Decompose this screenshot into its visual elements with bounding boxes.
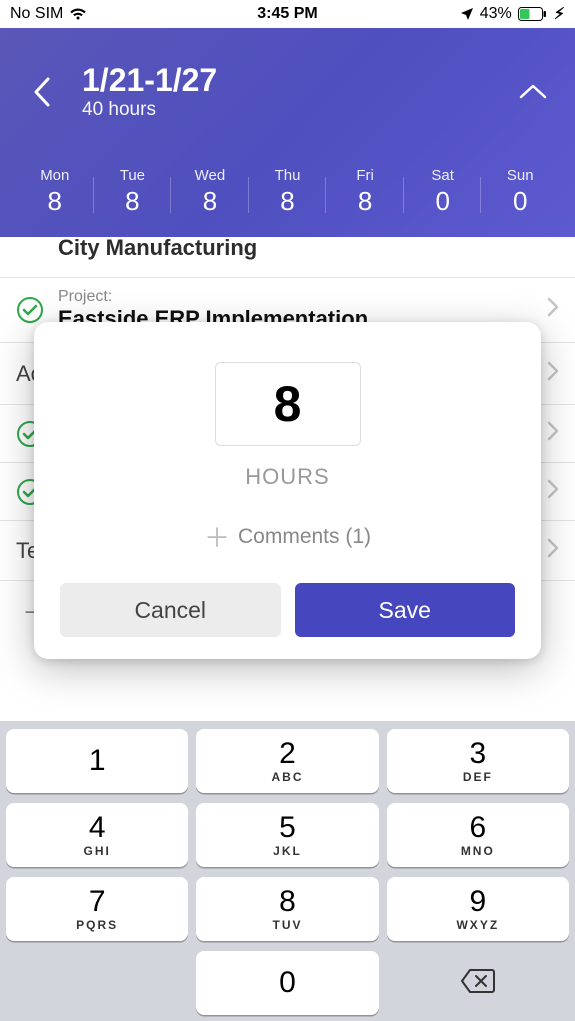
day-tue[interactable]: Tue8 [94, 167, 172, 217]
statusbar: No SIM 3:45 PM 43% ⚡︎ [0, 0, 575, 28]
key-2[interactable]: 2ABC [196, 729, 378, 793]
chevron-right-icon [547, 361, 559, 387]
comments-button[interactable]: ＋ Comments (1) [60, 518, 515, 555]
day-fri[interactable]: Fri8 [326, 167, 404, 217]
key-3[interactable]: 3DEF [387, 729, 569, 793]
key-7[interactable]: 7PQRS [6, 877, 188, 941]
day-thu[interactable]: Thu8 [249, 167, 327, 217]
chevron-right-icon [547, 538, 559, 564]
header: 1/21-1/27 40 hours Mon8 Tue8 Wed8 Thu8 F… [0, 28, 575, 237]
numeric-keypad: 1 2ABC 3DEF 4GHI 5JKL 6MNO 7PQRS 8TUV 9W… [0, 721, 575, 1021]
chevron-right-icon [547, 297, 559, 323]
key-5[interactable]: 5JKL [196, 803, 378, 867]
hours-input[interactable]: 8 [215, 362, 361, 446]
chevron-right-icon [547, 421, 559, 447]
project-label: Project: [58, 288, 368, 306]
list-row-prev[interactable]: City Manufacturing [0, 237, 575, 278]
hours-label: HOURS [60, 464, 515, 490]
key-1[interactable]: 1 [6, 729, 188, 793]
key-backspace[interactable] [387, 951, 569, 1015]
day-strip: Mon8 Tue8 Wed8 Thu8 Fri8 Sat0 Sun0 [16, 137, 559, 217]
comments-label: Comments (1) [238, 525, 371, 549]
backspace-icon [460, 968, 496, 999]
statusbar-time: 3:45 PM [0, 5, 575, 23]
chevron-right-icon [547, 479, 559, 505]
date-range: 1/21-1/27 [82, 62, 513, 99]
hours-modal: 8 HOURS ＋ Comments (1) Cancel Save [34, 322, 541, 659]
day-sat[interactable]: Sat0 [404, 167, 482, 217]
cancel-button[interactable]: Cancel [60, 583, 281, 637]
save-button[interactable]: Save [295, 583, 516, 637]
total-hours: 40 hours [82, 99, 513, 121]
key-blank [6, 951, 188, 1015]
day-mon[interactable]: Mon8 [16, 167, 94, 217]
key-0[interactable]: 0 [196, 951, 378, 1015]
key-4[interactable]: 4GHI [6, 803, 188, 867]
checkmark-icon [16, 296, 44, 324]
plus-icon: ＋ [204, 518, 230, 555]
key-6[interactable]: 6MNO [387, 803, 569, 867]
day-wed[interactable]: Wed8 [171, 167, 249, 217]
day-sun[interactable]: Sun0 [481, 167, 559, 217]
back-button[interactable] [22, 77, 62, 107]
collapse-button[interactable] [513, 83, 553, 101]
prev-row-text: City Manufacturing [58, 237, 257, 261]
key-9[interactable]: 9WXYZ [387, 877, 569, 941]
header-title-block: 1/21-1/27 40 hours [62, 62, 513, 121]
key-8[interactable]: 8TUV [196, 877, 378, 941]
